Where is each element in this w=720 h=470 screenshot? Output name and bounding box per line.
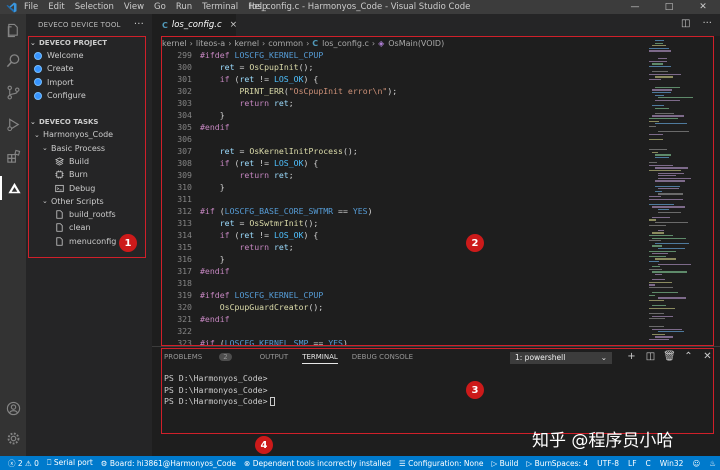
title-bar: File Edit Selection View Go Run Terminal… xyxy=(0,0,720,14)
maximize-button[interactable]: □ xyxy=(652,0,686,14)
menu-view[interactable]: View xyxy=(124,2,144,12)
tab-label: los_config.c xyxy=(171,20,222,30)
annotation-badge-1: 1 xyxy=(119,234,137,252)
status-label: Configuration: None xyxy=(408,458,484,468)
annotation-badge-2: 2 xyxy=(466,234,484,252)
watermark-text: 知乎 @程序员小哈 xyxy=(532,431,674,451)
status-label: Dependent tools incorrectly installed xyxy=(252,458,391,468)
feedback-icon[interactable]: ☺ xyxy=(692,459,700,468)
status-label: Build xyxy=(499,458,519,468)
annotation-box-2 xyxy=(161,36,714,346)
menu-run[interactable]: Run xyxy=(176,2,192,12)
search-icon[interactable] xyxy=(0,48,26,72)
annotation-box-3 xyxy=(161,348,714,434)
account-icon[interactable] xyxy=(0,396,26,420)
status-label: Board: hi3861@Harmonyos_Code xyxy=(109,458,237,468)
vscode-logo-icon xyxy=(4,0,18,14)
serial-port-status[interactable]: ⎕ Serial port xyxy=(47,458,93,468)
c-file-icon: C xyxy=(162,20,168,30)
menu-help[interactable]: Help xyxy=(248,2,267,12)
dependent-tools-status[interactable]: ⊗ Dependent tools incorrectly installed xyxy=(244,459,391,468)
sidebar-title: DEVECO DEVICE TOOL xyxy=(38,21,121,29)
run-debug-icon[interactable] xyxy=(0,112,26,136)
close-tab-icon[interactable]: × xyxy=(230,20,238,30)
board-status[interactable]: ⚙ Board: hi3861@Harmonyos_Code xyxy=(101,459,236,468)
annotation-badge-3: 3 xyxy=(466,381,484,399)
annotation-badge-4: 4 xyxy=(255,436,273,454)
eol-status[interactable]: LF xyxy=(628,459,637,468)
extensions-icon[interactable] xyxy=(0,144,26,168)
status-label: Serial port xyxy=(53,458,93,467)
menu-edit[interactable]: Edit xyxy=(48,2,64,12)
indentation-status[interactable]: Spaces: 4 xyxy=(552,459,588,468)
manage-gear-icon[interactable] xyxy=(0,426,26,450)
problems-status[interactable]: ⓧ 2 ⚠ 0 xyxy=(8,458,39,469)
menu-terminal[interactable]: Terminal xyxy=(202,2,238,12)
editor-tab-bar: C los_config.c × ◫ ··· xyxy=(152,14,720,36)
status-bar: ⓧ 2 ⚠ 0 ⎕ Serial port ⚙ Board: hi3861@Ha… xyxy=(0,456,720,470)
activity-bar xyxy=(0,14,26,456)
annotation-box-1 xyxy=(28,36,146,258)
menu-go[interactable]: Go xyxy=(154,2,166,12)
tab-los-config-c[interactable]: C los_config.c × xyxy=(152,14,238,36)
more-actions-icon[interactable]: ··· xyxy=(134,19,144,30)
window-controls: — □ ✕ xyxy=(618,0,720,14)
menu-file[interactable]: File xyxy=(24,2,38,12)
close-window-button[interactable]: ✕ xyxy=(686,0,720,14)
platform-status[interactable]: Win32 xyxy=(660,459,684,468)
sidebar-header: DEVECO DEVICE TOOL ··· xyxy=(26,14,152,36)
split-editor-icon[interactable]: ◫ xyxy=(681,18,690,29)
explorer-icon[interactable] xyxy=(0,18,26,42)
menu-bar: File Edit Selection View Go Run Terminal… xyxy=(24,2,277,12)
source-control-icon[interactable] xyxy=(0,80,26,104)
editor-actions: ◫ ··· xyxy=(669,18,712,29)
status-right: Spaces: 4 UTF-8 LF C Win32 ☺ ♨ xyxy=(543,459,716,468)
encoding-status[interactable]: UTF-8 xyxy=(597,459,619,468)
more-actions-icon[interactable]: ··· xyxy=(702,18,712,29)
deveco-device-tool-icon[interactable] xyxy=(0,176,26,200)
build-status-button[interactable]: ▷ Build xyxy=(491,459,518,468)
menu-selection[interactable]: Selection xyxy=(75,2,114,12)
language-status[interactable]: C xyxy=(646,459,651,468)
notifications-bell-icon[interactable]: ♨ xyxy=(709,459,716,468)
configuration-status[interactable]: ☰ Configuration: None xyxy=(399,459,483,468)
minimize-button[interactable]: — xyxy=(618,0,652,14)
